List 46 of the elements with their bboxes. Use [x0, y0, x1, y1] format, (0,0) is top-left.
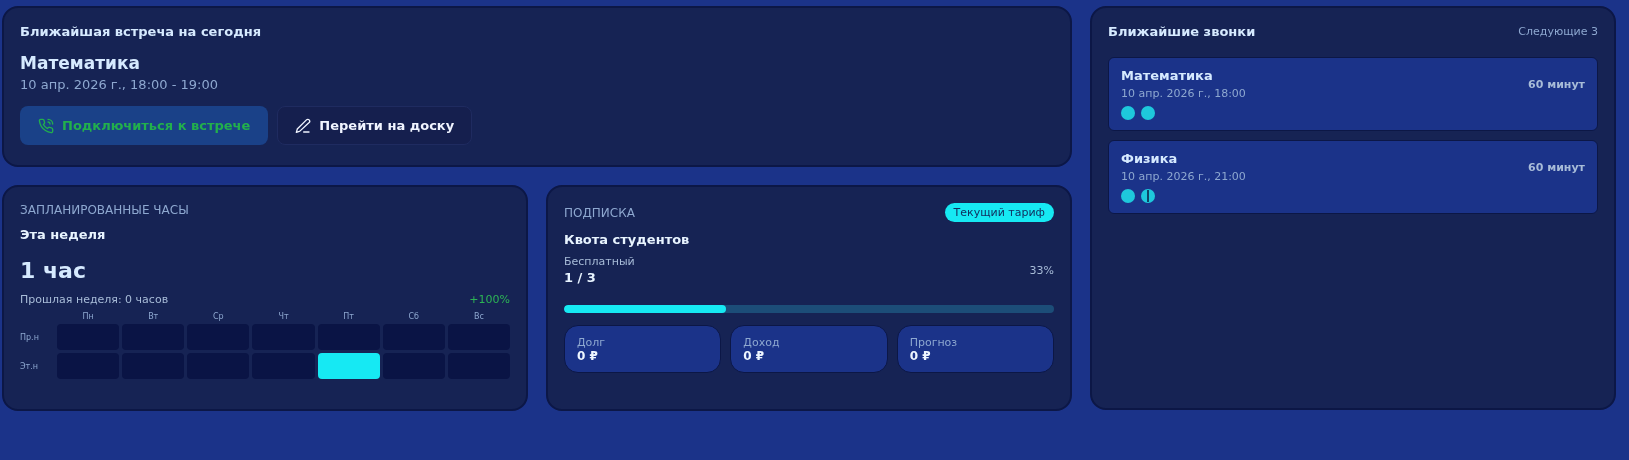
- card-title: Ближайшая встреча на сегодня: [20, 24, 262, 39]
- card-caption: ЗАПЛАНИРОВАННЫЕ ЧАСЫ: [20, 203, 190, 217]
- call-duration: 60 минут: [1528, 78, 1585, 91]
- usage-percent: 33%: [1029, 263, 1054, 277]
- call-subject: Физика: [1121, 151, 1179, 166]
- change-percent: +100%: [469, 293, 510, 306]
- card-title: Ближайшие звонки: [1108, 24, 1256, 39]
- call-item[interactable]: Физика 10 апр. 2026 г., 21:00 60 минут: [1108, 140, 1598, 214]
- participant-dot-icon: [1121, 106, 1135, 120]
- pencil-icon: [295, 117, 312, 134]
- day-label: Вт: [147, 312, 160, 321]
- day-label: Пт: [342, 312, 355, 321]
- meeting-subject: Математика: [20, 53, 141, 73]
- participant-dot-icon: [1141, 106, 1155, 120]
- period-label: Эта неделя: [20, 227, 107, 242]
- day-label: Ср: [212, 312, 225, 321]
- day-label: Чт: [277, 312, 290, 321]
- meeting-time: 10 апр. 2026 г., 18:00 - 19:00: [20, 77, 219, 92]
- hours-total: 1 час: [20, 258, 87, 283]
- plan-badge: Текущий тариф: [944, 203, 1054, 222]
- day-label: Вс: [472, 312, 485, 321]
- quota-title: Квота студентов: [564, 232, 691, 247]
- day-label: Сб: [407, 312, 421, 321]
- stat-value: 0 ₽: [909, 348, 932, 363]
- stat-label: Прогноз: [909, 335, 959, 349]
- call-duration: 60 минут: [1528, 161, 1585, 174]
- calls-count: Следующие 3: [1518, 25, 1598, 38]
- week-label: Эт.н: [20, 361, 40, 371]
- previous-week-text: Прошлая неделя: 0 часов: [20, 293, 169, 306]
- plan-name: Бесплатный: [564, 255, 635, 268]
- call-item[interactable]: Математика 10 апр. 2026 г., 18:00 60 минут: [1108, 57, 1598, 131]
- stat-value: 0 ₽: [577, 348, 599, 363]
- usage-count: 1 / 3: [564, 270, 597, 285]
- call-subject: Математика: [1121, 68, 1214, 83]
- participant-dot-icon: [1121, 189, 1135, 203]
- divided-circle-icon: [1141, 189, 1155, 203]
- stat-label: Доход: [743, 335, 781, 349]
- week-label: Пр.н: [20, 332, 40, 342]
- stat-label: Долг: [577, 335, 607, 349]
- call-time: 10 апр. 2026 г., 18:00: [1121, 87, 1246, 100]
- phone-icon: [38, 117, 54, 134]
- board-button[interactable]: Перейти на доску: [277, 106, 473, 145]
- day-label: Пн: [81, 312, 95, 321]
- stat-value: 0 ₽: [743, 348, 766, 363]
- call-time: 10 апр. 2026 г., 21:00: [1121, 170, 1246, 183]
- card-caption: ПОДПИСКА: [564, 205, 635, 220]
